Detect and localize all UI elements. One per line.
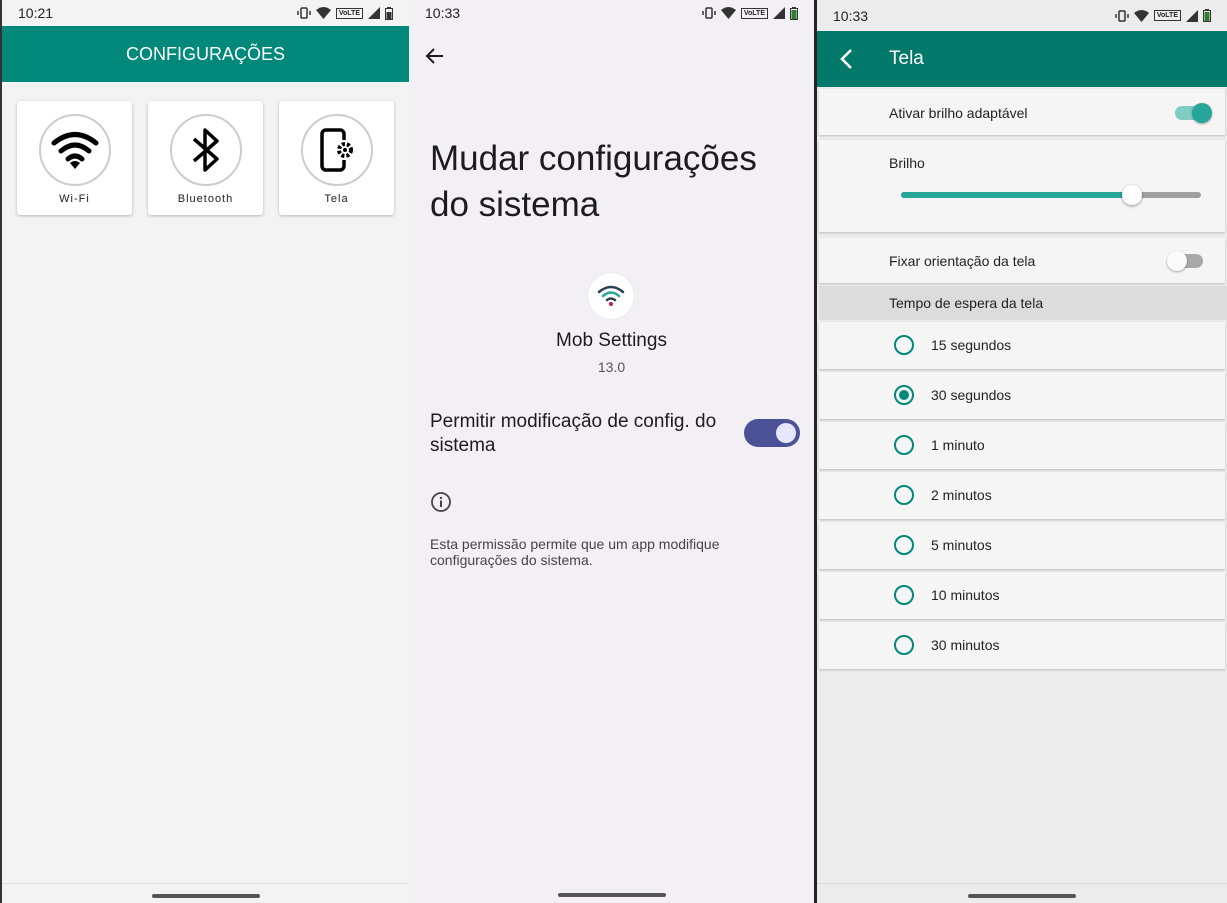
radio-button[interactable] [894,535,914,555]
vibrate-icon [1115,9,1129,22]
back-button[interactable] [817,48,877,70]
status-icons: VoLTE [1115,9,1211,22]
timeout-option[interactable]: 2 minutos [819,472,1225,519]
home-screen: 10:21 VoLTE CONFIGURAÇÕES Wi-Fi Bluetoot… [0,0,409,903]
tile-label: Wi-Fi [59,193,90,205]
signal-icon [1186,9,1198,22]
gesture-bar [817,883,1227,903]
app-icon [588,273,634,319]
status-time: 10:21 [18,5,54,21]
gesture-bar [2,883,409,903]
tile-tela[interactable]: Tela [279,101,394,215]
adaptive-brightness-switch[interactable] [1175,103,1212,123]
timeout-option-label: 10 minutos [931,587,1000,603]
signal-icon [773,7,785,19]
timeout-option-label: 5 minutos [931,537,992,553]
signal-icon [368,7,380,19]
app-header: CONFIGURAÇÕES [2,26,409,82]
tile-tela-circle [300,114,373,186]
home-handle[interactable] [151,894,260,898]
wifi-status-icon [1133,9,1149,22]
radio-button[interactable] [894,385,914,405]
vibrate-icon [297,7,311,19]
slider-thumb[interactable] [1122,185,1142,205]
timeout-option[interactable]: 30 segundos [819,372,1225,419]
radio-button[interactable] [894,435,914,455]
app-name: Mob Settings [556,330,667,351]
timeout-option[interactable]: 30 minutos [819,622,1225,669]
lock-orientation-row[interactable]: Fixar orientação da tela [819,238,1225,283]
permission-screen: 10:33 VoLTE Mudar configurações do siste… [409,0,814,903]
toggle-knob [776,423,796,443]
settings-tiles: Wi-Fi Bluetooth Tela [2,82,409,234]
slider-fill [901,192,1132,198]
wifi-icon [51,132,98,169]
timeout-option[interactable]: 5 minutos [819,522,1225,569]
timeout-option-label: 2 minutos [931,487,992,503]
adaptive-brightness-row[interactable]: Ativar brilho adaptável [819,89,1225,135]
display-settings-screen: 10:33 VoLTE Tela Ativar brilho adaptável… [817,0,1227,903]
tile-wifi[interactable]: Wi-Fi [17,101,132,215]
radio-button[interactable] [894,335,914,355]
battery-charging-icon [1203,9,1211,22]
tile-label: Bluetooth [177,193,234,205]
brightness-slider[interactable] [901,185,1201,205]
tile-wifi-circle [38,114,111,186]
status-bar: 10:21 VoLTE [2,0,409,26]
info-icon [431,492,451,512]
app-bar: Tela [817,31,1227,87]
timeout-option-label: 30 segundos [931,387,1012,403]
wifi-status-icon [720,7,736,19]
battery-charging-icon [790,6,798,20]
volte-icon: VoLTE [335,7,363,19]
home-handle[interactable] [557,893,666,897]
timeout-option-label: 30 minutos [931,637,1000,653]
bluetooth-icon [192,128,219,172]
tile-bluetooth-circle [169,114,242,186]
radio-button[interactable] [894,485,914,505]
adaptive-brightness-label: Ativar brilho adaptável [889,105,1028,121]
tile-label: Tela [324,193,349,205]
tile-bluetooth[interactable]: Bluetooth [148,101,263,215]
status-bar: 10:33 VoLTE [409,0,814,26]
wifi-app-icon [597,285,625,306]
timeout-option[interactable]: 15 segundos [819,322,1225,369]
timeout-option-label: 1 minuto [931,437,985,453]
volte-icon: VoLTE [740,7,768,19]
radio-button[interactable] [894,635,914,655]
timeout-option-label: 15 segundos [931,337,1012,353]
brightness-label: Brilho [889,155,925,171]
gesture-bar [409,883,814,903]
volte-icon: VoLTE [1153,10,1181,21]
brightness-card: Brilho [819,140,1225,232]
status-time: 10:33 [425,5,461,21]
chevron-left-icon [840,49,852,69]
timeout-option[interactable]: 10 minutos [819,572,1225,619]
permission-label: Permitir modificação de config. do siste… [430,411,717,456]
permission-toggle[interactable] [744,419,800,447]
switch-knob [1192,103,1212,123]
page-title: Tela [889,48,924,69]
lock-orientation-switch[interactable] [1167,251,1203,271]
page-title: CONFIGURAÇÕES [125,43,285,64]
status-bar: 10:33 VoLTE [817,0,1227,31]
status-time: 10:33 [833,7,869,24]
app-version: 13.0 [597,359,626,375]
info-text: Esta permissão permite que um app modifi… [430,536,720,568]
status-icons: VoLTE [702,6,798,20]
wifi-status-icon [315,7,331,19]
switch-knob [1167,251,1187,271]
status-icons: VoLTE [297,6,393,20]
lock-orientation-label: Fixar orientação da tela [889,253,1036,269]
battery-icon [385,6,393,20]
screen-settings-icon [319,128,355,172]
home-handle[interactable] [968,894,1076,898]
timeout-option[interactable]: 1 minuto [819,422,1225,469]
timeout-section-header: Tempo de espera da tela [819,286,1227,320]
radio-button[interactable] [894,585,914,605]
back-arrow-icon[interactable] [423,44,447,68]
vibrate-icon [702,7,716,19]
page-title: Mudar configurações do sistema [430,139,757,224]
